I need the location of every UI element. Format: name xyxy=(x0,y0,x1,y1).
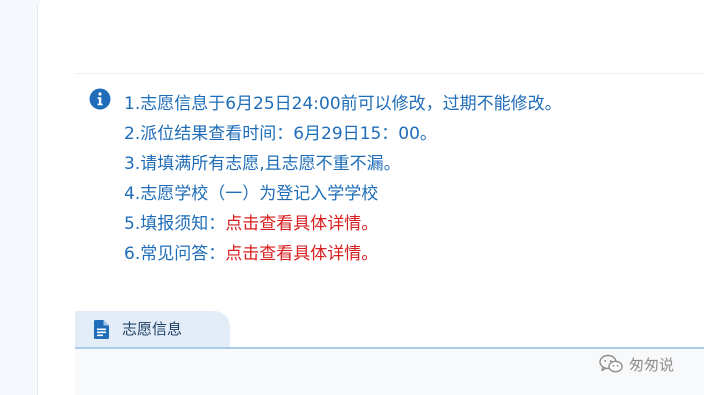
notice-item: 4.志愿学校（一）为登记入学学校 xyxy=(124,184,379,204)
guide-details-link[interactable]: 点击查看具体详情。 xyxy=(225,214,378,234)
watermark-text: 匆匆说 xyxy=(629,355,675,374)
notice-item: 1.志愿信息于6月25日24:00前可以修改，过期不能修改。 xyxy=(124,94,562,114)
divider xyxy=(75,73,704,74)
notice-item: 2.派位结果查看时间：6月29日15：00。 xyxy=(124,124,437,144)
notice-item: 3.请填满所有志愿,且志愿不重不漏。 xyxy=(124,154,401,174)
wechat-icon xyxy=(599,354,623,373)
faq-details-link[interactable]: 点击查看具体详情。 xyxy=(225,244,378,264)
guide-label: 5.填报须知： xyxy=(124,214,226,234)
watermark: 匆匆说 xyxy=(599,353,674,375)
tab-label: 志愿信息 xyxy=(122,320,183,338)
info-circle-icon xyxy=(89,88,111,110)
notice-item-guide: 5.填报须知：点击查看具体详情。 xyxy=(124,209,562,239)
tab-volunteer-info[interactable]: 志愿信息 xyxy=(75,311,230,348)
faq-label: 6.常见问答： xyxy=(124,244,226,264)
left-sidebar-strip xyxy=(0,0,37,395)
document-icon xyxy=(94,320,109,339)
notice-list: 1.志愿信息于6月25日24:00前可以修改，过期不能修改。 2.派位结果查看时… xyxy=(124,89,562,269)
notice-item-faq: 6.常见问答：点击查看具体详情。 xyxy=(124,239,562,269)
